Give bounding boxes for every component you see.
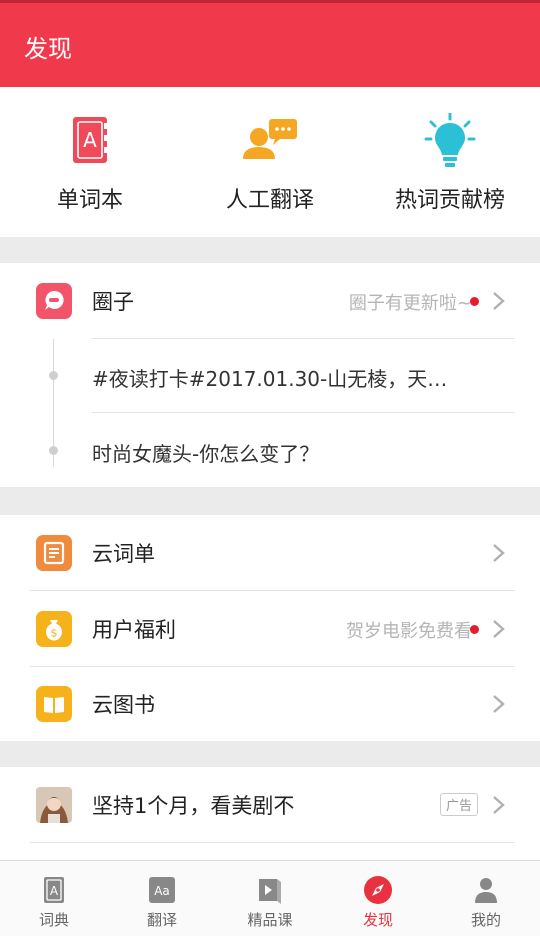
quick-action-label: 单词本 (56, 188, 123, 213)
svg-text:$: $ (51, 627, 58, 640)
menu-item-label: 用户福利 (92, 618, 176, 642)
notification-dot (470, 297, 479, 306)
chevron-right-icon (493, 695, 505, 713)
quick-action-human-translate[interactable]: 人工翻译 (180, 87, 360, 237)
lightbulb-icon (424, 113, 476, 167)
tab-profile[interactable]: 我的 (432, 861, 540, 936)
chevron-right-icon (493, 292, 505, 310)
page-title: 发现 (24, 35, 72, 63)
book-icon (36, 686, 72, 722)
svg-text:Aa: Aa (154, 884, 170, 898)
human-translate-icon (243, 119, 297, 159)
tab-label: 我的 (470, 911, 501, 929)
circle-post-item[interactable]: #夜读打卡#2017.01.30-山无棱，天… (92, 363, 447, 392)
course-icon (259, 879, 281, 904)
ad-label: 坚持1个月，看美剧不 (92, 794, 295, 818)
menu-item-label: 云图书 (92, 693, 155, 717)
ad-row[interactable]: 坚持1个月，看美剧不 广告 (0, 767, 540, 843)
profile-icon (475, 878, 497, 903)
tab-discover[interactable]: 发现 (324, 861, 432, 936)
quick-action-wordbook[interactable]: A 单词本 (0, 87, 180, 237)
menu-item-user-benefits[interactable]: $ 用户福利 贺岁电影免费看 (0, 591, 540, 667)
quick-action-hotword-ranking[interactable]: 热词贡献榜 (360, 87, 540, 237)
chevron-right-icon (493, 620, 505, 638)
notification-dot (470, 625, 479, 634)
chevron-right-icon (493, 544, 505, 562)
divider (92, 412, 515, 413)
tab-translate[interactable]: Aa 翻译 (108, 861, 216, 936)
svg-text:A: A (83, 128, 97, 152)
circle-update-hint: 圈子有更新啦~ (348, 293, 472, 314)
timeline-dot (49, 371, 58, 380)
translate-icon: Aa (149, 877, 175, 903)
timeline-dot (49, 446, 58, 455)
tab-label: 精品课 (247, 911, 293, 929)
menu-item-cloud-books[interactable]: 云图书 (0, 666, 540, 742)
circle-post-item[interactable]: 时尚女魔头-你怎么变了？ (92, 438, 319, 467)
circle-chat-icon (36, 283, 72, 319)
circle-section: 圈子 圈子有更新啦~ #夜读打卡#2017.01.30-山无棱，天… 时尚女魔头… (0, 263, 540, 487)
ad-thumbnail (36, 787, 72, 823)
services-section: 云词单 $ 用户福利 贺岁电影免费看 云图书 (0, 515, 540, 741)
app-header: 发现 (0, 0, 540, 87)
wordbook-icon: A (73, 117, 108, 163)
word-list-icon (36, 535, 72, 571)
divider (92, 338, 515, 339)
quick-action-label: 人工翻译 (225, 188, 314, 213)
compass-icon (364, 876, 392, 904)
divider (30, 842, 515, 843)
chevron-right-icon (493, 796, 505, 814)
quick-action-label: 热词贡献榜 (394, 188, 505, 213)
menu-item-hint: 贺岁电影免费看 (346, 621, 472, 642)
tab-label: 词典 (38, 911, 69, 929)
tab-dictionary[interactable]: A 词典 (0, 861, 108, 936)
circle-label: 圈子 (92, 290, 134, 314)
circle-row[interactable]: 圈子 圈子有更新啦~ (0, 263, 540, 339)
ad-section: 坚持1个月，看美剧不 广告 (0, 767, 540, 860)
coin-bag-icon: $ (36, 611, 72, 647)
tab-courses[interactable]: 精品课 (216, 861, 324, 936)
menu-item-word-list[interactable]: 云词单 (0, 515, 540, 591)
menu-item-label: 云词单 (92, 542, 155, 566)
dictionary-icon: A (44, 877, 64, 903)
bottom-tab-bar: A 词典 Aa 翻译 精品课 发现 我的 (0, 860, 540, 936)
tab-label: 发现 (362, 911, 393, 929)
svg-text:A: A (50, 884, 59, 898)
quick-actions: A 单词本 人工翻译 热词贡献榜 (0, 87, 540, 237)
tab-label: 翻译 (146, 911, 177, 929)
ad-badge: 广告 (439, 793, 478, 816)
